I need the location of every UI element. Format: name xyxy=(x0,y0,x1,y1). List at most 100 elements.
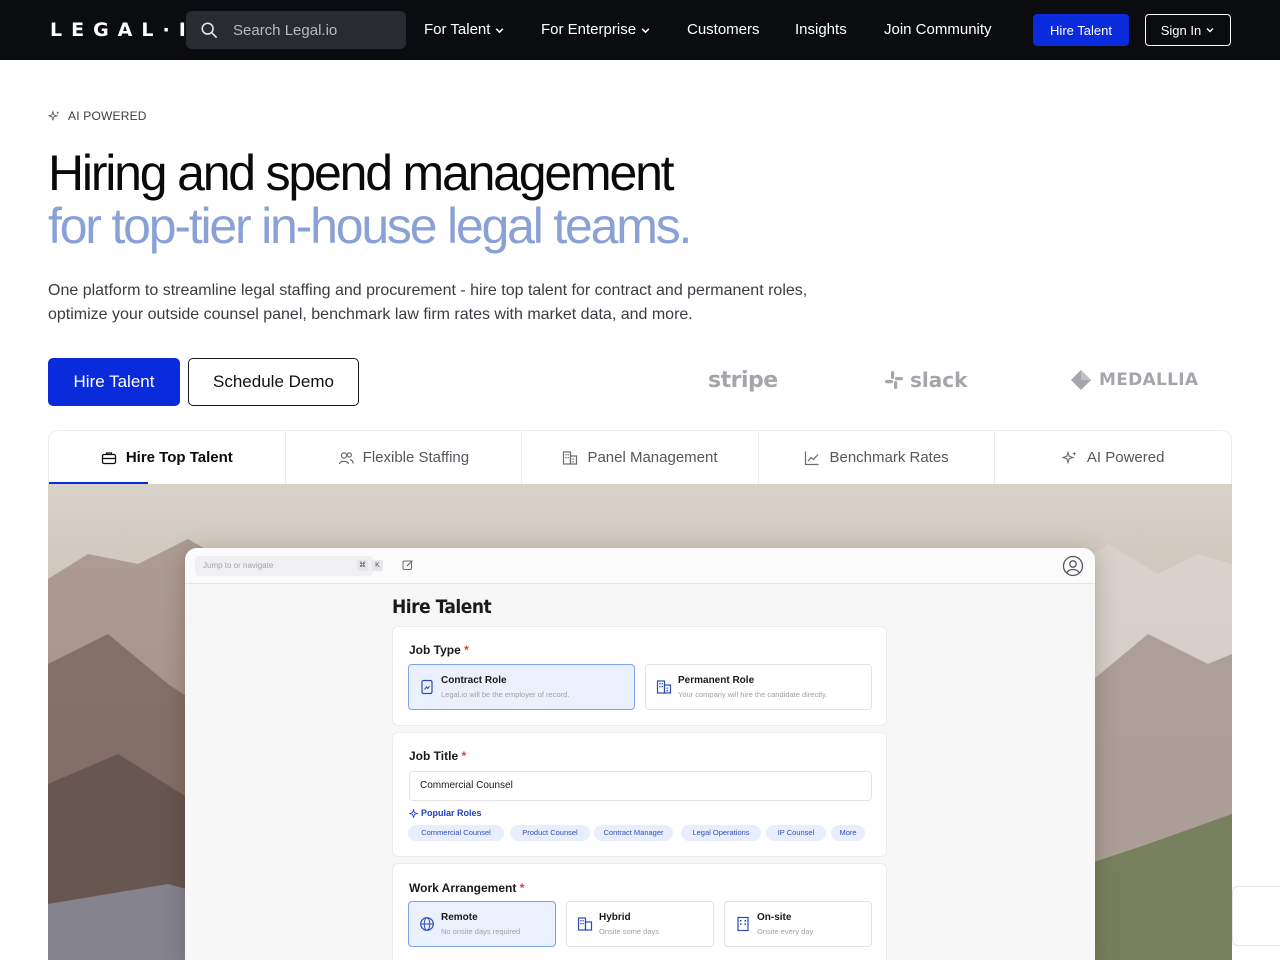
option-title: Hybrid xyxy=(599,912,631,923)
product-showcase: Jump to or navigate ⌘ K Hire Talent Job … xyxy=(48,484,1232,960)
role-chip[interactable]: Legal Operations xyxy=(681,825,761,841)
nav-for-talent[interactable]: For Talent xyxy=(424,20,505,40)
tab-panel-management[interactable]: Panel Management xyxy=(522,431,759,484)
jump-placeholder: Jump to or navigate xyxy=(203,561,274,570)
work-arrangement-label: Work Arrangement * xyxy=(409,881,524,895)
tab-label: Flexible Staffing xyxy=(362,449,470,466)
job-title-label-text: Job Title xyxy=(409,749,459,763)
office-icon xyxy=(737,916,749,932)
sign-in-button[interactable]: Sign In xyxy=(1145,14,1231,46)
slack-icon xyxy=(885,371,903,389)
briefcase-icon xyxy=(101,451,116,464)
medallia-logo-text: MEDALLIA xyxy=(1099,370,1199,390)
role-chip[interactable]: IP Counsel xyxy=(766,825,826,841)
role-chip[interactable]: Contract Manager xyxy=(594,825,673,841)
app-page-title: Hire Talent xyxy=(392,596,492,618)
tab-label: Panel Management xyxy=(587,449,718,466)
option-title: Contract Role xyxy=(441,675,507,686)
slack-logo-text: slack xyxy=(910,368,968,392)
popular-roles-label: Popular Roles xyxy=(409,808,482,818)
onsite-option[interactable]: On-site Onsite every day xyxy=(724,901,872,947)
ai-powered-badge: AI POWERED xyxy=(48,109,147,123)
nav-hire-talent-button[interactable]: Hire Talent xyxy=(1033,14,1129,46)
job-type-label: Job Type * xyxy=(409,643,469,657)
option-title: Permanent Role xyxy=(678,675,755,686)
hero-description: One platform to streamline legal staffin… xyxy=(48,282,808,323)
job-type-card: Job Type * Contract Role Legal.io will b… xyxy=(392,626,887,726)
tab-benchmark-rates[interactable]: Benchmark Rates xyxy=(759,431,996,484)
hybrid-option[interactable]: Hybrid Onsite some days xyxy=(566,901,714,947)
tab-label: Hire Top Talent xyxy=(125,449,233,466)
side-widget[interactable] xyxy=(1232,886,1280,946)
tab-hire-top-talent[interactable]: Hire Top Talent xyxy=(49,431,286,484)
nav-insights[interactable]: Insights xyxy=(795,20,847,40)
more-roles-chip[interactable]: More xyxy=(831,825,865,841)
tab-ai-powered[interactable]: AI Powered xyxy=(995,431,1231,484)
required-mark: * xyxy=(461,749,467,763)
nav-for-enterprise-label: For Enterprise xyxy=(541,21,637,38)
role-chip[interactable]: Commercial Counsel xyxy=(408,825,504,841)
slack-logo: slack xyxy=(884,368,967,392)
option-title: On-site xyxy=(757,912,792,923)
building-icon xyxy=(563,450,578,465)
search-icon xyxy=(201,22,217,38)
sign-in-label: Sign In xyxy=(1160,22,1202,38)
nav-customers[interactable]: Customers xyxy=(687,20,760,40)
option-title: Remote xyxy=(441,912,478,923)
top-nav: LEGAL·IO For Talent For Enterprise Custo… xyxy=(0,0,1280,60)
kbd-k: K xyxy=(372,560,383,571)
medallia-logo: MEDALLIA xyxy=(1069,368,1198,392)
user-avatar-icon[interactable] xyxy=(1062,555,1084,577)
option-subtitle: Onsite some days xyxy=(599,927,660,936)
app-toolbar: Jump to or navigate ⌘ K xyxy=(185,548,1095,584)
hero-title-accent: for top-tier in-house legal teams. xyxy=(48,198,692,254)
feature-tabs: Hire Top Talent Flexible Staffing Panel … xyxy=(48,430,1232,484)
tab-label: Benchmark Rates xyxy=(829,449,949,466)
option-subtitle: Legal.io will be the employer of record. xyxy=(441,690,570,699)
globe-icon xyxy=(420,917,434,931)
tab-flexible-staffing[interactable]: Flexible Staffing xyxy=(286,431,523,484)
required-mark: * xyxy=(464,643,469,657)
hero-title: Hiring and spend management xyxy=(48,145,675,201)
badge-label: AI POWERED xyxy=(68,109,147,123)
users-icon xyxy=(338,451,354,464)
medallia-diamond-icon xyxy=(1071,370,1091,390)
option-subtitle: Onsite every day xyxy=(757,927,814,936)
work-arrangement-label-text: Work Arrangement xyxy=(409,881,517,895)
sparkle-icon xyxy=(48,109,60,121)
nav-join-community[interactable]: Join Community xyxy=(884,20,992,40)
job-type-label-text: Job Type xyxy=(409,643,461,657)
job-title-card: Job Title * Commercial Counsel Popular R… xyxy=(392,732,887,857)
hire-talent-button[interactable]: Hire Talent xyxy=(48,358,180,406)
job-title-input[interactable]: Commercial Counsel xyxy=(409,771,872,801)
nav-for-talent-label: For Talent xyxy=(424,21,491,38)
job-title-label: Job Title * xyxy=(409,749,466,763)
sparkle-icon xyxy=(1061,450,1077,464)
work-arrangement-card: Work Arrangement * Remote No onsite days… xyxy=(392,863,887,960)
stripe-logo: stripe xyxy=(708,368,778,393)
search-input[interactable] xyxy=(233,21,393,39)
kbd-cmd: ⌘ xyxy=(357,560,368,571)
option-subtitle: No onsite days required xyxy=(441,927,521,936)
chevron-down-icon xyxy=(496,27,504,33)
building-icon xyxy=(656,680,672,694)
contract-role-option[interactable]: Contract Role Legal.io will be the emplo… xyxy=(408,664,635,710)
document-icon xyxy=(421,679,433,695)
permanent-role-option[interactable]: Permanent Role Your company will hire th… xyxy=(645,664,872,710)
option-subtitle: Your company will hire the candidate dir… xyxy=(678,690,828,699)
building-icon xyxy=(577,917,593,931)
role-chip[interactable]: Product Counsel xyxy=(510,825,590,841)
schedule-demo-button[interactable]: Schedule Demo xyxy=(188,358,359,406)
search-box[interactable] xyxy=(186,11,406,49)
nav-for-enterprise[interactable]: For Enterprise xyxy=(541,20,651,40)
required-mark: * xyxy=(519,881,525,895)
chevron-down-icon xyxy=(641,27,650,33)
chevron-down-icon xyxy=(1206,28,1214,33)
popular-roles-text: Popular Roles xyxy=(421,808,482,818)
remote-option[interactable]: Remote No onsite days required xyxy=(408,901,556,947)
edit-icon[interactable] xyxy=(402,559,414,571)
app-window: Jump to or navigate ⌘ K Hire Talent Job … xyxy=(185,548,1095,960)
sparkle-icon xyxy=(409,808,418,818)
jump-navigate-input[interactable]: Jump to or navigate ⌘ K xyxy=(195,556,383,576)
stripe-logo-text: stripe xyxy=(708,368,778,393)
